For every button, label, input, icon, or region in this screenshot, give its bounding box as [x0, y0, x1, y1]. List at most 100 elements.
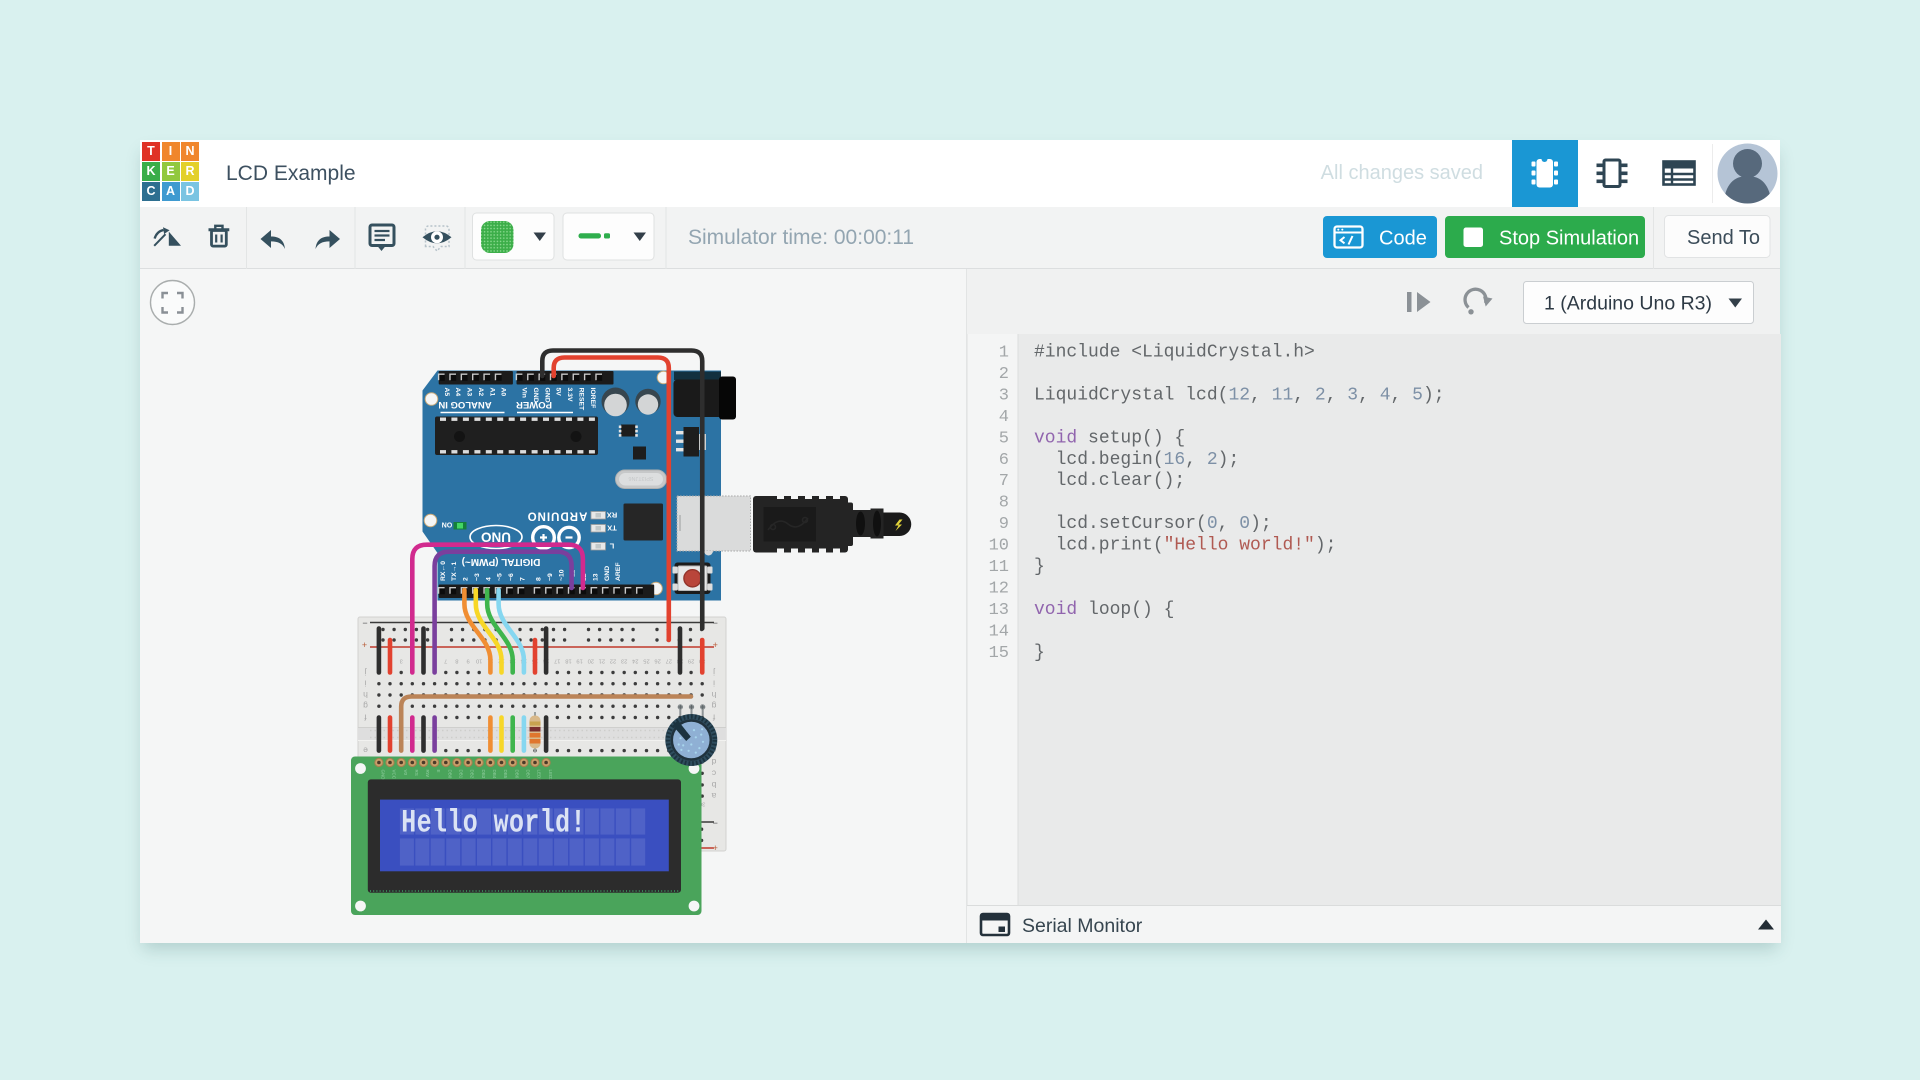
svg-text:a: a — [711, 791, 716, 801]
svg-text:lcd.setCursor(0, 0);: lcd.setCursor(0, 0); — [1034, 514, 1272, 534]
svg-text:Code: Code — [1379, 228, 1427, 250]
svg-text:Hello world!: Hello world! — [401, 805, 586, 842]
svg-text:i: i — [713, 679, 715, 689]
svg-text:DB6: DB6 — [514, 770, 519, 779]
svg-text:Vin: Vin — [521, 388, 528, 398]
svg-text:RS: RS — [414, 770, 419, 776]
svg-text:UNO: UNO — [481, 530, 511, 545]
svg-text:i: i — [364, 679, 366, 689]
svg-text:SPI3TJN6: SPI3TJN6 — [628, 475, 653, 481]
svg-text:+: + — [713, 843, 718, 853]
svg-text:GND: GND — [381, 770, 386, 781]
svg-text:TX: TX — [607, 524, 617, 533]
svg-text:22: 22 — [610, 658, 616, 664]
svg-text:A1: A1 — [488, 388, 495, 397]
svg-text:void setup() {: void setup() { — [1034, 428, 1185, 448]
svg-text:18: 18 — [565, 658, 571, 664]
svg-text:ON: ON — [442, 521, 453, 528]
svg-text:A5: A5 — [443, 388, 450, 397]
svg-text:d: d — [711, 757, 716, 767]
svg-text:9: 9 — [999, 515, 1009, 534]
svg-text:+: + — [713, 640, 718, 650]
svg-text:RESET: RESET — [578, 388, 585, 412]
svg-text:DB0: DB0 — [447, 770, 452, 779]
svg-text:j: j — [713, 668, 716, 678]
svg-text:RW: RW — [425, 770, 430, 778]
svg-text:VCC: VCC — [392, 770, 397, 780]
svg-text:ANALOG IN: ANALOG IN — [438, 399, 491, 410]
svg-text:6: 6 — [999, 451, 1009, 470]
svg-text:}: } — [1034, 643, 1045, 663]
svg-text:27: 27 — [666, 658, 672, 664]
svg-text:−: − — [713, 618, 718, 628]
svg-text:RX←0: RX←0 — [440, 561, 447, 581]
svg-text:8: 8 — [455, 658, 458, 664]
svg-text:E: E — [436, 770, 441, 773]
svg-text:8: 8 — [999, 494, 1009, 513]
svg-text:~10: ~10 — [558, 569, 565, 581]
svg-text:}: } — [1034, 557, 1045, 577]
svg-text:IOREF: IOREF — [589, 388, 596, 409]
svg-text:12: 12 — [989, 580, 1009, 599]
svg-text:Send To: Send To — [1687, 227, 1760, 249]
svg-text:29: 29 — [688, 658, 694, 664]
svg-text:7: 7 — [444, 658, 447, 664]
svg-text:15: 15 — [989, 644, 1009, 663]
svg-text:V0: V0 — [403, 770, 408, 776]
svg-text:13: 13 — [593, 573, 600, 581]
svg-text:A0: A0 — [500, 388, 507, 397]
svg-text:14: 14 — [989, 622, 1009, 641]
svg-text:2: 2 — [463, 577, 470, 581]
svg-text:~9: ~9 — [547, 573, 554, 581]
svg-text:POWER: POWER — [516, 399, 552, 410]
svg-text:9: 9 — [466, 658, 469, 664]
svg-text:void loop() {: void loop() { — [1034, 600, 1174, 620]
svg-text:23: 23 — [621, 658, 627, 664]
svg-text:b: b — [711, 780, 716, 790]
svg-text:A3: A3 — [466, 388, 473, 397]
svg-text:2: 2 — [999, 365, 1009, 384]
svg-text:A2: A2 — [477, 388, 484, 397]
svg-text:j: j — [364, 668, 367, 678]
svg-text:1: 1 — [999, 344, 1009, 363]
svg-text:DB5: DB5 — [503, 770, 508, 779]
svg-text:−: − — [362, 618, 367, 628]
svg-text:3.3V: 3.3V — [566, 388, 573, 402]
svg-text:DB2: DB2 — [470, 770, 475, 779]
svg-text:h: h — [363, 690, 368, 700]
svg-text:lcd.clear();: lcd.clear(); — [1034, 471, 1185, 491]
svg-text:LiquidCrystal lcd(12, 11, 2, 3: LiquidCrystal lcd(12, 11, 2, 3, 4, 5); — [1034, 385, 1445, 405]
svg-text:8: 8 — [536, 577, 543, 581]
svg-text:TX→1: TX→1 — [451, 562, 458, 581]
svg-text:20: 20 — [588, 658, 594, 664]
svg-text:3: 3 — [400, 658, 403, 664]
svg-text:A4: A4 — [454, 388, 461, 397]
svg-text:~5: ~5 — [497, 573, 504, 581]
svg-text:7: 7 — [999, 472, 1009, 491]
svg-text:~6: ~6 — [508, 573, 515, 581]
svg-text:DIGITAL (PWM~): DIGITAL (PWM~) — [462, 556, 541, 567]
svg-text:5V: 5V — [555, 388, 562, 397]
svg-text:4: 4 — [485, 577, 492, 581]
svg-text:e: e — [363, 746, 368, 756]
svg-text:Stop Simulation: Stop Simulation — [1499, 228, 1639, 250]
svg-text:3: 3 — [999, 386, 1009, 405]
svg-text:17: 17 — [554, 658, 560, 664]
svg-text:DB7: DB7 — [526, 770, 531, 779]
svg-text:26: 26 — [654, 658, 660, 664]
svg-text:5: 5 — [999, 429, 1009, 448]
svg-text:19: 19 — [576, 658, 582, 664]
svg-text:Serial Monitor: Serial Monitor — [1022, 915, 1143, 937]
svg-text:24: 24 — [631, 658, 638, 664]
svg-text:11: 11 — [989, 558, 1009, 577]
svg-text:ARDUINO: ARDUINO — [527, 510, 588, 522]
svg-text:10: 10 — [989, 537, 1009, 556]
svg-text:GND: GND — [604, 566, 611, 581]
svg-text:g: g — [711, 701, 716, 711]
svg-text:DB4: DB4 — [492, 770, 497, 779]
svg-text:4: 4 — [999, 408, 1009, 427]
svg-text:#include <LiquidCrystal.h>: #include <LiquidCrystal.h> — [1034, 343, 1315, 363]
svg-text:Simulator time: 00:00:11: Simulator time: 00:00:11 — [688, 226, 914, 249]
svg-text:L: L — [609, 542, 614, 551]
svg-text:lcd.begin(16, 2);: lcd.begin(16, 2); — [1034, 450, 1239, 470]
